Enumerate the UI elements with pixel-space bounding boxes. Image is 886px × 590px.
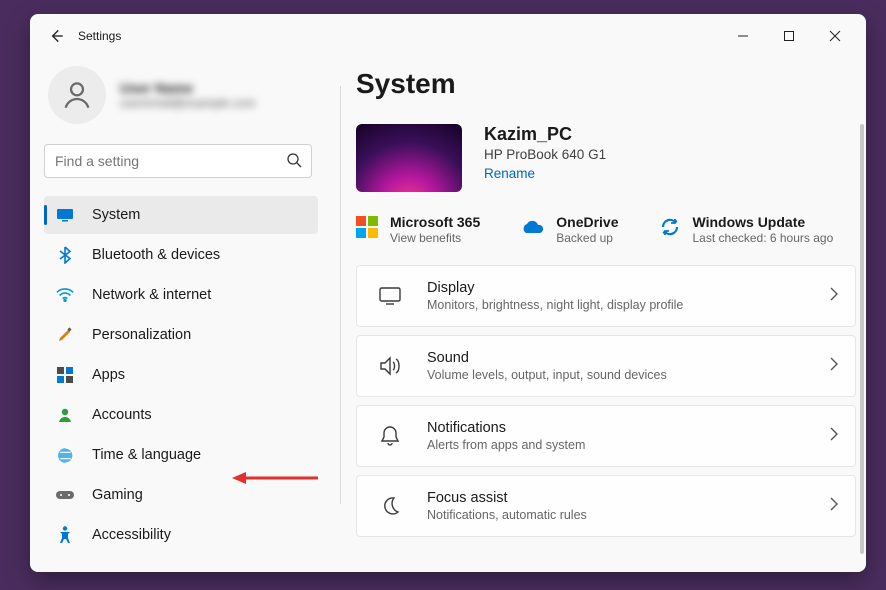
search-icon (286, 152, 302, 173)
profile-name: User Name (120, 80, 256, 96)
gaming-icon (56, 486, 74, 504)
scrollbar[interactable] (860, 124, 864, 554)
wifi-icon (56, 286, 74, 304)
page-title: System (356, 68, 856, 100)
sidebar-item-system[interactable]: System (44, 196, 318, 234)
sidebar-item-label: Accessibility (92, 527, 171, 543)
display-icon (373, 287, 407, 305)
card-title: Display (427, 280, 809, 296)
time-language-icon (56, 446, 74, 464)
close-button[interactable] (812, 20, 858, 52)
device-thumbnail (356, 124, 462, 192)
sidebar-item-label: Accounts (92, 407, 152, 423)
paintbrush-icon (56, 326, 74, 344)
card-sub: Volume levels, output, input, sound devi… (427, 368, 809, 382)
chip-sub: View benefits (390, 231, 480, 245)
card-title: Focus assist (427, 490, 809, 506)
sidebar-item-accessibility[interactable]: Accessibility (44, 516, 318, 554)
sidebar-item-bluetooth[interactable]: Bluetooth & devices (44, 236, 318, 274)
profile-sub: useremail@example.com (120, 96, 256, 110)
card-sub: Monitors, brightness, night light, displ… (427, 298, 809, 312)
profile-block[interactable]: User Name useremail@example.com (44, 58, 318, 142)
chip-microsoft365[interactable]: Microsoft 365 View benefits (356, 214, 480, 245)
search-box (44, 144, 312, 178)
nav-list: System Bluetooth & devices Network & int… (44, 196, 318, 554)
sidebar-item-apps[interactable]: Apps (44, 356, 318, 394)
accounts-icon (56, 406, 74, 424)
window-controls (720, 20, 858, 52)
card-title: Notifications (427, 420, 809, 436)
profile-text: User Name useremail@example.com (120, 80, 256, 110)
sidebar-item-label: Personalization (92, 327, 191, 343)
app-title: Settings (78, 29, 121, 43)
card-title: Sound (427, 350, 809, 366)
chip-sub: Backed up (556, 231, 618, 245)
sidebar-item-time-language[interactable]: Time & language (44, 436, 318, 474)
chip-sub: Last checked: 6 hours ago (693, 231, 834, 245)
moon-icon (373, 496, 407, 516)
card-sound[interactable]: Sound Volume levels, output, input, soun… (356, 335, 856, 397)
titlebar: Settings (30, 14, 866, 58)
card-sub: Alerts from apps and system (427, 438, 809, 452)
microsoft365-icon (356, 216, 378, 243)
update-icon (659, 216, 681, 243)
device-model: HP ProBook 640 G1 (484, 147, 606, 162)
status-chips: Microsoft 365 View benefits OneDrive Bac… (356, 214, 856, 245)
maximize-button[interactable] (766, 20, 812, 52)
main-content: System Kazim_PC HP ProBook 640 G1 Rename… (328, 58, 866, 572)
bluetooth-icon (56, 246, 74, 264)
bell-icon (373, 425, 407, 447)
chevron-right-icon (829, 497, 839, 516)
settings-window: Settings User Name useremail@example.com (30, 14, 866, 572)
chip-windows-update[interactable]: Windows Update Last checked: 6 hours ago (659, 214, 834, 245)
sound-icon (373, 356, 407, 376)
sidebar-item-label: System (92, 207, 140, 223)
card-sub: Notifications, automatic rules (427, 508, 809, 522)
sidebar-item-label: Bluetooth & devices (92, 247, 220, 263)
device-name: Kazim_PC (484, 124, 606, 145)
sidebar-item-label: Network & internet (92, 287, 211, 303)
card-focus-assist[interactable]: Focus assist Notifications, automatic ru… (356, 475, 856, 537)
accessibility-icon (56, 526, 74, 544)
chip-title: Microsoft 365 (390, 214, 480, 230)
sidebar-item-label: Gaming (92, 487, 143, 503)
minimize-button[interactable] (720, 20, 766, 52)
sidebar-item-network[interactable]: Network & internet (44, 276, 318, 314)
chevron-right-icon (829, 287, 839, 306)
chip-title: OneDrive (556, 214, 618, 230)
card-notifications[interactable]: Notifications Alerts from apps and syste… (356, 405, 856, 467)
sidebar-item-accounts[interactable]: Accounts (44, 396, 318, 434)
chevron-right-icon (829, 427, 839, 446)
onedrive-icon (520, 219, 544, 240)
search-input[interactable] (44, 144, 312, 178)
chip-onedrive[interactable]: OneDrive Backed up (520, 214, 618, 245)
chevron-right-icon (829, 357, 839, 376)
back-button[interactable] (38, 18, 74, 54)
avatar (48, 66, 106, 124)
sidebar-item-label: Apps (92, 367, 125, 383)
sidebar: User Name useremail@example.com System B… (30, 58, 328, 572)
settings-cards: Display Monitors, brightness, night ligh… (356, 265, 856, 537)
apps-icon (56, 366, 74, 384)
chip-title: Windows Update (693, 214, 834, 230)
rename-link[interactable]: Rename (484, 166, 535, 181)
sidebar-item-label: Time & language (92, 447, 201, 463)
card-display[interactable]: Display Monitors, brightness, night ligh… (356, 265, 856, 327)
sidebar-item-gaming[interactable]: Gaming (44, 476, 318, 514)
system-icon (56, 206, 74, 224)
sidebar-item-personalization[interactable]: Personalization (44, 316, 318, 354)
device-block: Kazim_PC HP ProBook 640 G1 Rename (356, 124, 856, 192)
